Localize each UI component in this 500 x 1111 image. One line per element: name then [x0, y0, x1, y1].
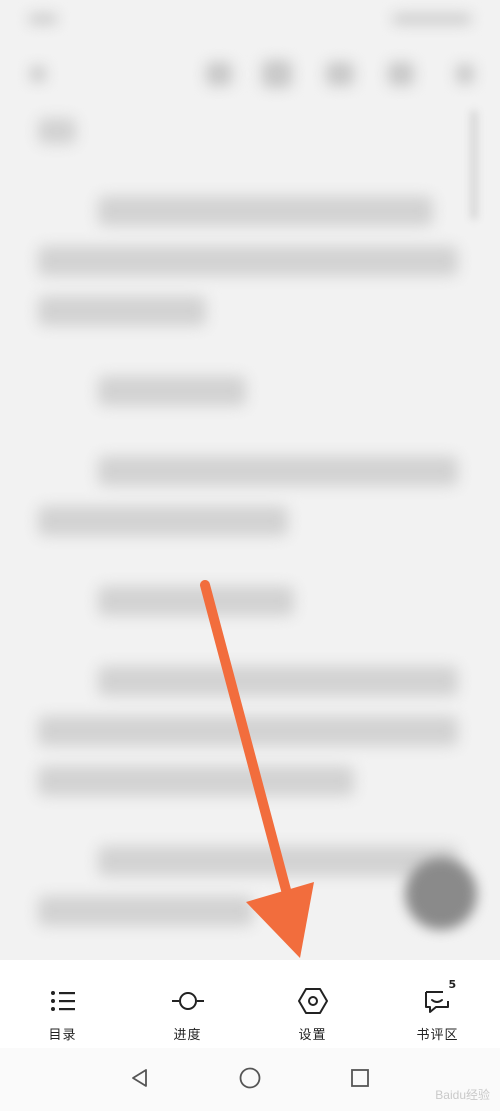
- reader-page[interactable]: [0, 0, 500, 960]
- list-icon: [46, 984, 80, 1018]
- progress-button[interactable]: 进度: [133, 960, 243, 1048]
- settings-hexagon-icon: [296, 984, 330, 1018]
- comments-button[interactable]: 5 书评区: [383, 960, 493, 1048]
- blurred-text-content: [0, 0, 500, 960]
- settings-button[interactable]: 设置: [258, 960, 368, 1048]
- scrollbar-thumb[interactable]: [470, 110, 478, 220]
- home-circle-icon: [238, 1066, 262, 1094]
- system-navigation-bar: [0, 1048, 500, 1111]
- reader-bottom-toolbar: 目录 进度 设置 5 书评区: [0, 960, 500, 1048]
- comments-label: 书评区: [416, 1028, 459, 1043]
- back-triangle-icon: [129, 1067, 151, 1093]
- toc-button[interactable]: 目录: [8, 960, 118, 1048]
- watermark: Baidu经验: [435, 1088, 490, 1102]
- floating-action-button[interactable]: [405, 858, 477, 930]
- settings-label: 设置: [298, 1028, 327, 1043]
- progress-icon: [171, 984, 205, 1018]
- progress-label: 进度: [173, 1028, 202, 1043]
- recents-square-icon: [349, 1067, 371, 1093]
- recents-button[interactable]: [340, 1060, 380, 1100]
- home-button[interactable]: [230, 1060, 270, 1100]
- toc-label: 目录: [48, 1028, 77, 1043]
- comments-count-badge: 5: [448, 978, 457, 991]
- back-button[interactable]: [120, 1060, 160, 1100]
